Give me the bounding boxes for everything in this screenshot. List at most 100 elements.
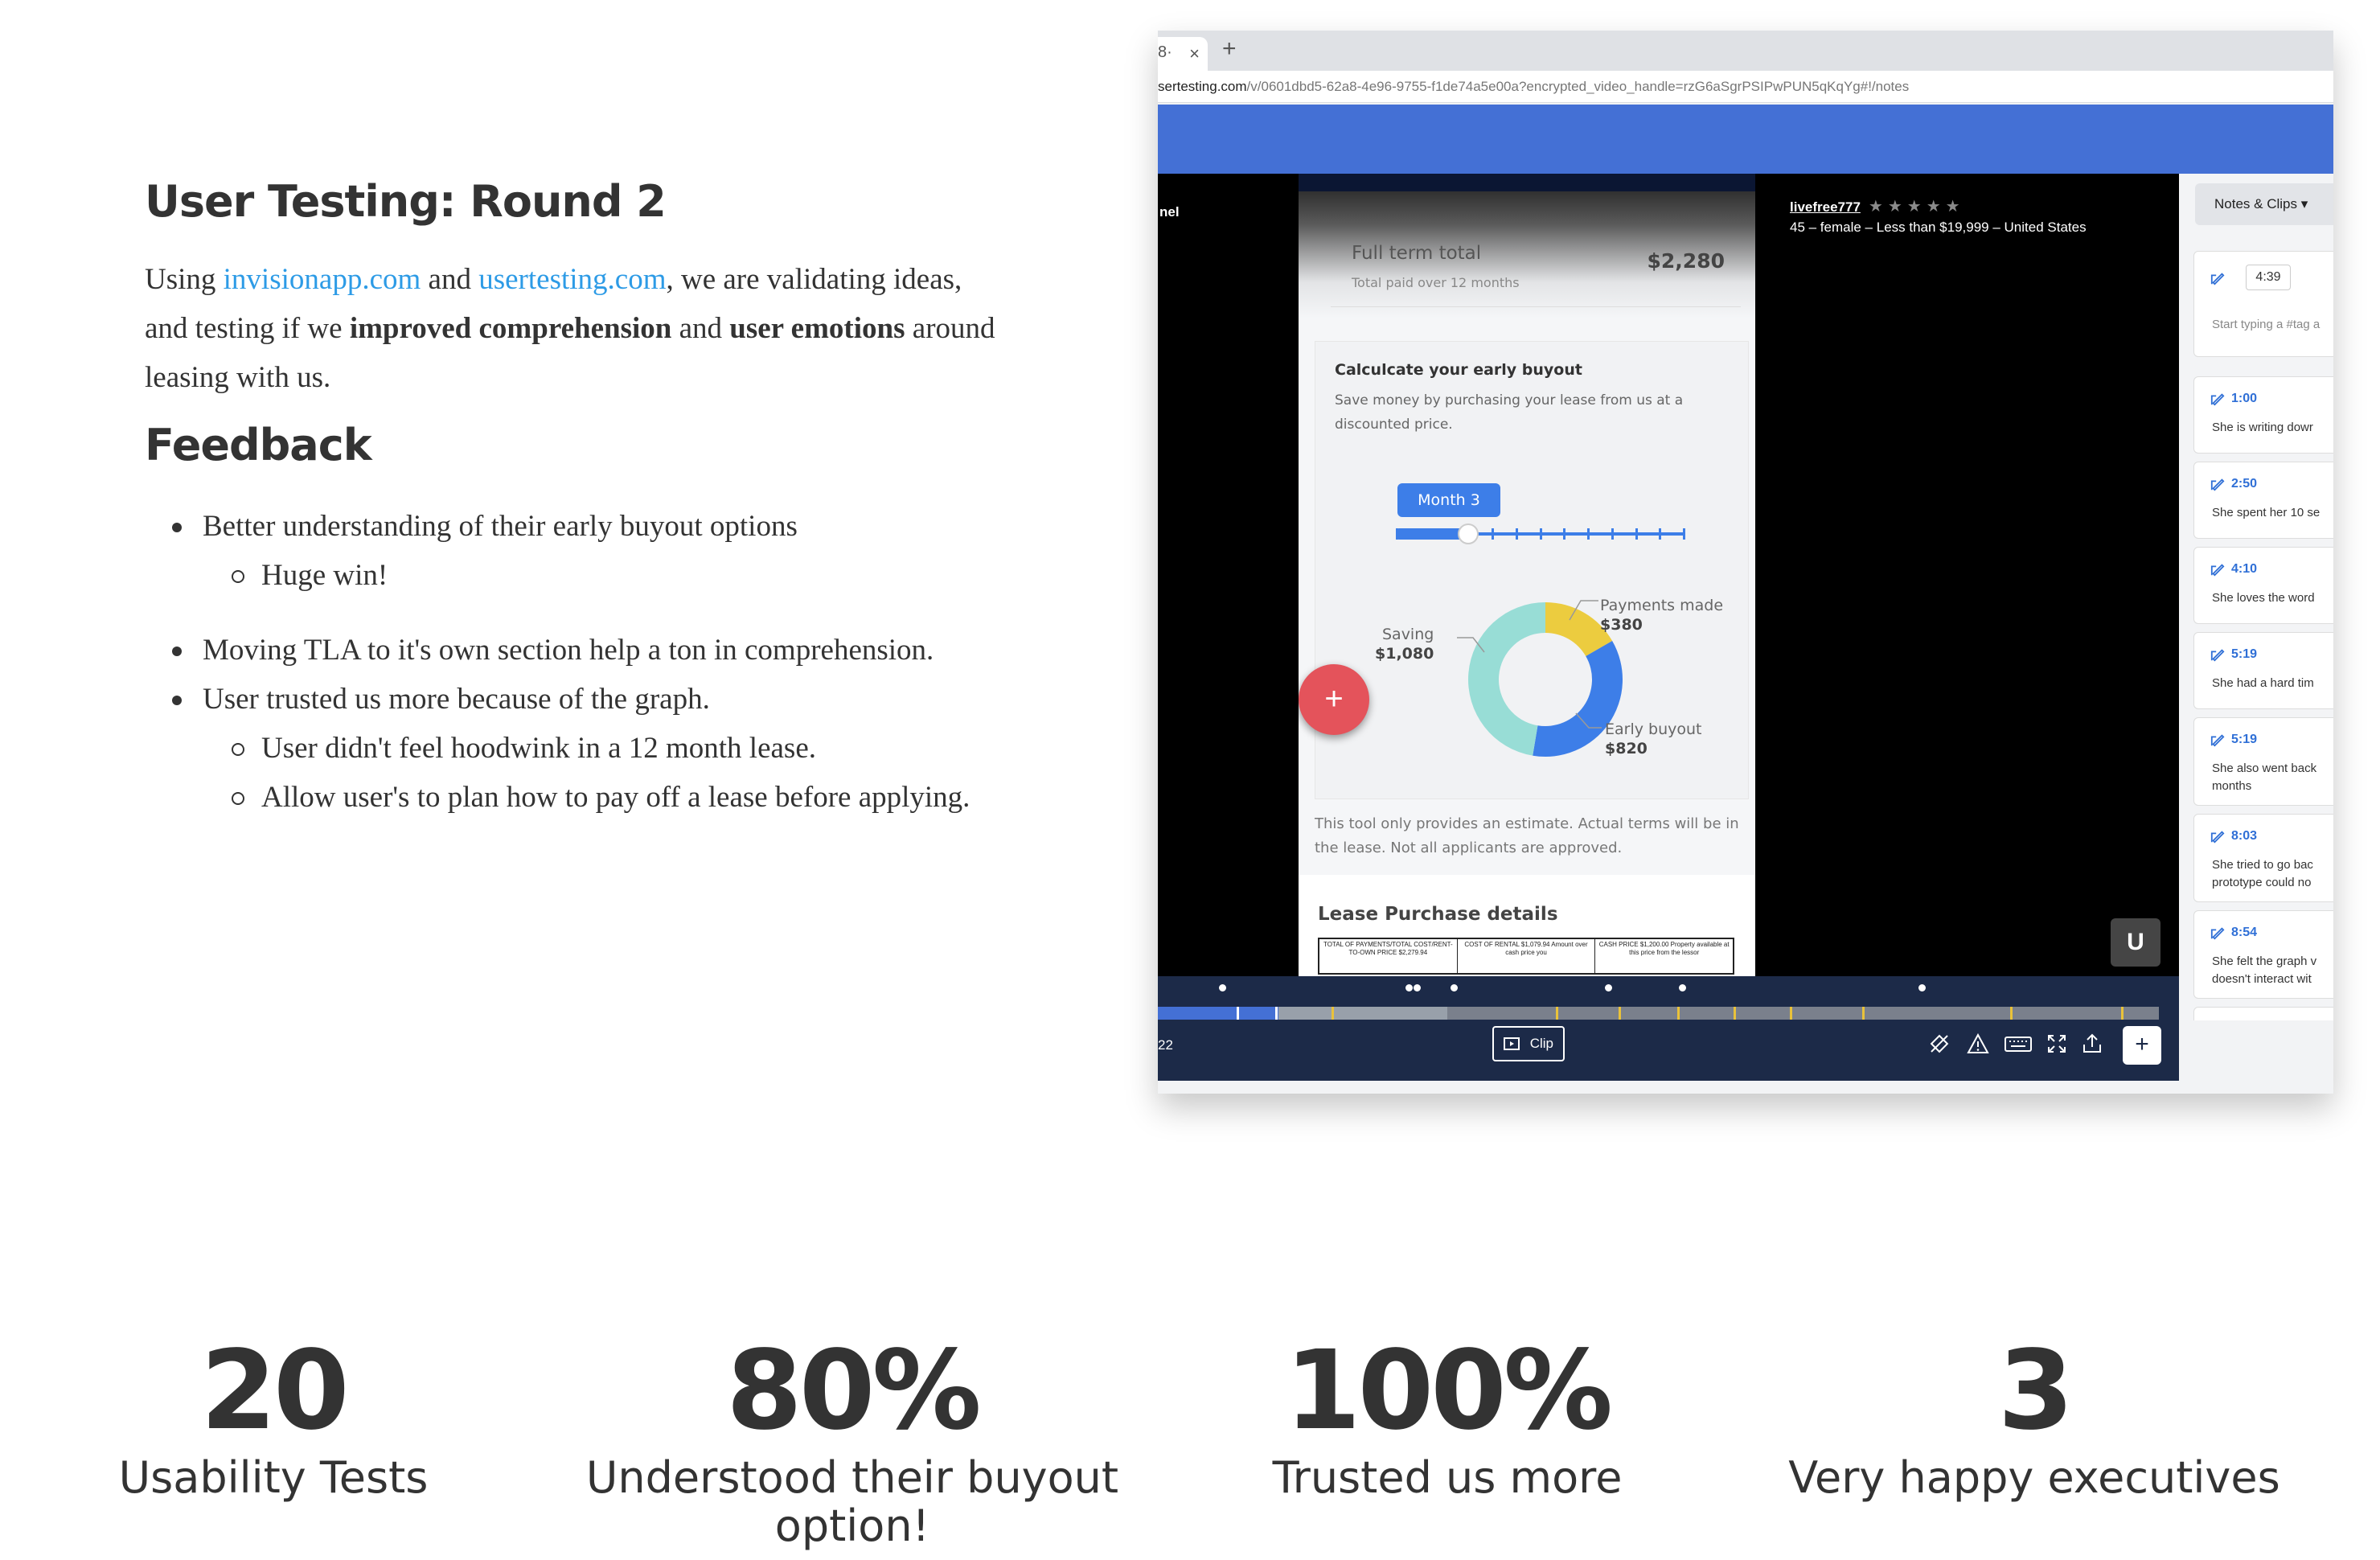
note-text: She felt the graph v doesn't interact wi… [2212, 954, 2317, 986]
clip-marker[interactable] [1619, 1007, 1621, 1020]
note-timestamp[interactable]: 8:03 [2231, 829, 2257, 844]
note-dot[interactable] [1405, 984, 1413, 991]
feedback-item: Better understanding of their early buyo… [145, 502, 997, 600]
full-term-total: Full term total Total paid over 12 month… [1331, 243, 1741, 307]
note-card[interactable]: 8:54 She felt the graph v doesn't interac… [2193, 910, 2333, 999]
app-header-bar [1158, 105, 2333, 174]
notes-panel: Notes & Clips ▾ 4:39 Start typing a #tag… [2179, 174, 2333, 1020]
usertesting-screenshot: 8· × + sertesting.com/v/0601dbd5-62a8-4e… [1158, 31, 2333, 1094]
note-timestamp[interactable]: 1:00 [2231, 392, 2257, 406]
tab-title: 8· [1158, 43, 1172, 61]
note-timestamp[interactable]: 5:19 [2231, 647, 2257, 662]
estimate-disclaimer: This tool only provides an estimate. Act… [1315, 815, 1739, 856]
intro-text: and [421, 263, 479, 296]
video-timeline[interactable] [1158, 1007, 2159, 1020]
edit-note-icon [2210, 478, 2225, 491]
usertesting-link[interactable]: usertesting.com [478, 263, 666, 296]
note-timestamp-input[interactable]: 4:39 [2246, 265, 2291, 290]
note-dot[interactable] [1605, 984, 1612, 991]
case-study-text: User Testing: Round 2 Using invisionapp.… [145, 165, 997, 822]
note-text: She loves the word [2212, 591, 2315, 605]
intro-paragraph: Using invisionapp.com and usertesting.co… [145, 255, 997, 402]
clip-marker[interactable] [1332, 1007, 1334, 1020]
note-timestamp[interactable]: 4:10 [2231, 562, 2257, 577]
note-timestamp[interactable]: 5:19 [2231, 733, 2257, 747]
feedback-subitem: User didn't feel hoodwink in a 12 month … [203, 724, 997, 773]
feedback-item: User trusted us more because of the grap… [145, 675, 997, 822]
full-term-amount: $2,280 [1647, 249, 1725, 273]
clip-marker[interactable] [1734, 1007, 1736, 1020]
stat-happy-executives: 3 Very happy executives [1745, 1335, 2324, 1502]
note-text: She spent her 10 se [2212, 506, 2320, 519]
note-card[interactable]: 5:19 She had a hard tim [2193, 632, 2333, 709]
note-card[interactable]: 9:36I feel like she is bei [2193, 1007, 2333, 1020]
tester-info: livefree777 ★★★★★ 45 – female – Less than… [1790, 196, 2087, 236]
lease-cell: COST OF RENTAL $1,079.94 Amount over cas… [1458, 939, 1596, 973]
feedback-item-text: Better understanding of their early buyo… [203, 510, 798, 543]
feedback-sublist: Huge win! [203, 551, 997, 600]
timeline-tick [1237, 1007, 1239, 1020]
add-note-fab[interactable]: + [1299, 664, 1369, 735]
browser-tab-bar: 8· × + [1158, 31, 2333, 71]
intro-bold: user emotions [729, 312, 905, 345]
address-bar[interactable]: sertesting.com/v/0601dbd5-62a8-4e96-9755… [1158, 71, 2333, 103]
full-term-sub: Total paid over 12 months [1352, 275, 1520, 290]
stat-label: Understood their buyout option! [585, 1452, 1119, 1551]
note-card[interactable]: 2:50 She spent her 10 se [2193, 462, 2333, 539]
page-title: User Testing: Round 2 [145, 176, 667, 227]
edit-note-icon [2210, 649, 2225, 662]
timeline-tick [1275, 1007, 1278, 1020]
clip-marker[interactable] [1790, 1007, 1792, 1020]
timeline-buffered [1278, 1007, 1447, 1020]
clip-marker[interactable] [1677, 1007, 1680, 1020]
tester-name[interactable]: livefree777 [1790, 199, 1861, 215]
browser-tab[interactable]: 8· × [1158, 37, 1208, 71]
clip-marker[interactable] [1556, 1007, 1558, 1020]
fullscreen-icon[interactable] [2046, 1032, 2068, 1055]
clip-marker[interactable] [1862, 1007, 1865, 1020]
edit-note-icon [2210, 393, 2225, 406]
note-card[interactable]: 1:00 She is writing dowr [2193, 376, 2333, 454]
note-card[interactable]: 4:10 She loves the word [2193, 547, 2333, 624]
current-time: 22 [1158, 1037, 1173, 1053]
stat-usability-tests: 20 Usability Tests [0, 1335, 563, 1502]
clip-button[interactable]: Clip [1492, 1026, 1565, 1061]
keyboard-icon[interactable] [2004, 1032, 2033, 1055]
invision-link[interactable]: invisionapp.com [224, 263, 421, 296]
note-input[interactable]: 4:39 Start typing a #tag a [2193, 251, 2333, 357]
notes-clips-dropdown[interactable]: Notes & Clips ▾ [2195, 183, 2333, 225]
payments-leader-line [1569, 600, 1598, 621]
clip-marker[interactable] [2010, 1007, 2013, 1020]
add-clip-button[interactable]: + [2123, 1026, 2161, 1065]
note-dot[interactable] [1918, 984, 1926, 991]
feedback-list: Better understanding of their early buyo… [145, 502, 997, 822]
note-text: She also went back months [2212, 762, 2317, 793]
feedback-subitem: Allow user's to plan how to pay off a le… [203, 773, 997, 822]
note-timestamp[interactable]: 8:54 [2231, 926, 2257, 940]
note-dot[interactable] [1679, 984, 1686, 991]
donut-leader-lines [1457, 600, 1602, 729]
timeline-played [1158, 1007, 1278, 1020]
intro-text: Using [145, 263, 224, 296]
clip-icon [1504, 1037, 1520, 1050]
warning-icon[interactable] [1967, 1032, 1989, 1055]
tab-close-icon[interactable]: × [1189, 43, 1200, 64]
rating-stars[interactable]: ★★★★★ [1869, 198, 1965, 216]
video-stage[interactable]: nel livefree777 ★★★★★ 45 – female – Less … [1158, 174, 2179, 1020]
note-card[interactable]: 5:19 She also went back months [2193, 717, 2333, 806]
tester-demographics: 45 – female – Less than $19,999 – United… [1790, 220, 2087, 235]
note-timestamp[interactable]: 2:50 [2231, 477, 2257, 491]
note-dot[interactable] [1451, 984, 1458, 991]
edit-note-icon [2210, 564, 2225, 577]
note-dot[interactable] [1219, 984, 1226, 991]
note-card[interactable]: 8:03 She tried to go bac prototype could … [2193, 814, 2333, 902]
lease-table: TOTAL OF PAYMENTS/TOTAL COST/RENT-TO-OWN… [1318, 938, 1734, 975]
rotate-icon[interactable] [1928, 1032, 1951, 1055]
url-path: /v/0601dbd5-62a8-4e96-9755-f1de74a5e00a?… [1246, 79, 1910, 94]
new-tab-button[interactable]: + [1222, 35, 1237, 63]
note-dot[interactable] [1414, 984, 1421, 991]
early-buyout-calculator: Calculcate your early buyout Save money … [1315, 341, 1749, 799]
share-icon[interactable] [2081, 1032, 2103, 1055]
clip-marker[interactable] [2121, 1007, 2124, 1020]
dropdown-label: Notes & Clips [2214, 196, 2297, 211]
